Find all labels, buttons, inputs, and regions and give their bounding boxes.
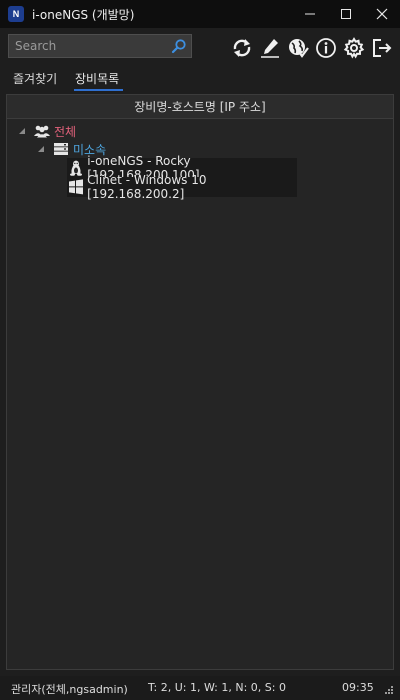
globe-check-button[interactable] bbox=[286, 36, 310, 60]
resize-grip-icon[interactable] bbox=[384, 685, 394, 695]
search-box bbox=[8, 34, 192, 58]
globe-check-icon bbox=[289, 39, 309, 58]
settings-button[interactable] bbox=[342, 36, 366, 60]
status-user: 관리자(전체,ngsadmin) bbox=[11, 683, 128, 696]
linux-penguin-icon bbox=[67, 160, 84, 176]
title-bar: N i-oneNGS (개발망) bbox=[0, 0, 400, 28]
windows-logo-icon bbox=[67, 179, 84, 195]
server-rack-icon bbox=[52, 141, 70, 157]
status-bar: 관리자(전체,ngsadmin) T: 2, U: 1, W: 1, N: 0,… bbox=[0, 676, 400, 700]
info-icon bbox=[316, 38, 336, 58]
tab-bar: 즐겨찾기 장비목록 bbox=[0, 68, 400, 92]
settings-icon bbox=[343, 37, 365, 59]
device-label: Clinet - Windows 10 [192.168.200.2] bbox=[87, 173, 207, 201]
logout-button[interactable] bbox=[370, 36, 394, 60]
close-button[interactable] bbox=[364, 0, 400, 28]
status-counts: T: 2, U: 1, W: 1, N: 0, S: 0 bbox=[148, 681, 286, 694]
minimize-icon bbox=[305, 13, 315, 15]
users-group-icon bbox=[33, 123, 51, 139]
tab-favorites[interactable]: 즐겨찾기 bbox=[13, 70, 57, 92]
tree-label-root: 전체 bbox=[54, 124, 77, 139]
edit-icon bbox=[261, 39, 279, 58]
device-tree-panel: 장비명-호스트명 [IP 주소] 전체 미소속 i-oneNGS - Rocky… bbox=[6, 94, 394, 670]
refresh-icon bbox=[233, 39, 251, 57]
tree-node-root[interactable]: 전체 bbox=[17, 121, 76, 141]
collapse-arrow-icon[interactable] bbox=[36, 144, 46, 154]
column-header[interactable]: 장비명-호스트명 [IP 주소] bbox=[7, 95, 393, 119]
toolbar bbox=[0, 28, 400, 68]
minimize-button[interactable] bbox=[292, 0, 328, 28]
info-button[interactable] bbox=[314, 36, 338, 60]
search-icon[interactable] bbox=[171, 38, 187, 54]
status-time: 09:35 bbox=[342, 681, 374, 694]
close-icon bbox=[376, 8, 388, 20]
collapse-arrow-icon[interactable] bbox=[17, 126, 27, 136]
edit-button[interactable] bbox=[258, 36, 282, 60]
maximize-icon bbox=[341, 9, 351, 19]
app-logo-icon: N bbox=[8, 6, 24, 22]
search-input[interactable] bbox=[9, 35, 181, 57]
tree-node-device[interactable]: Clinet - Windows 10 [192.168.200.2] bbox=[67, 173, 297, 201]
window-title: i-oneNGS (개발망) bbox=[32, 7, 135, 22]
maximize-button[interactable] bbox=[328, 0, 364, 28]
active-tab-indicator bbox=[74, 89, 123, 91]
logout-icon bbox=[373, 39, 392, 57]
refresh-button[interactable] bbox=[230, 36, 254, 60]
